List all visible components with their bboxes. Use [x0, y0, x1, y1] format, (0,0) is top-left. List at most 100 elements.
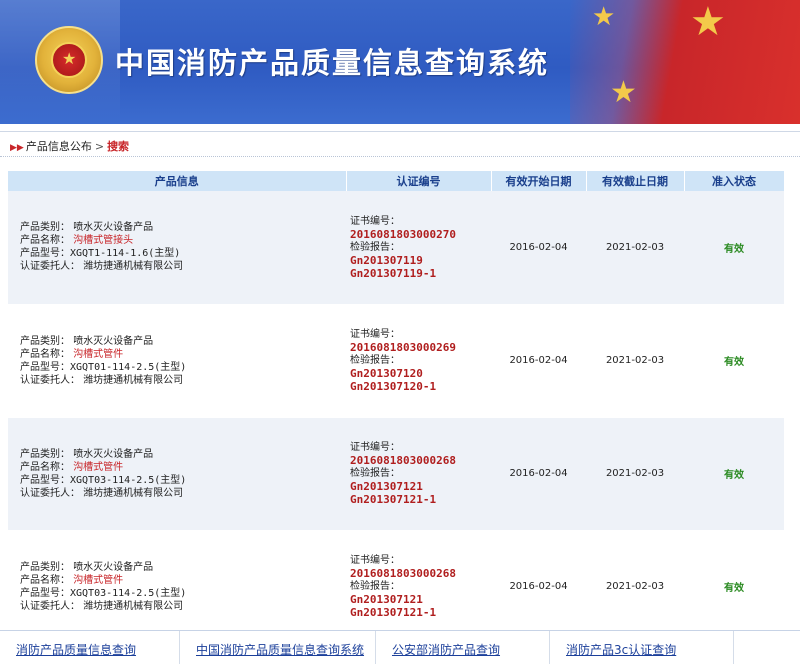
label-category: 产品类别： — [20, 335, 70, 347]
emblem-center: ★ — [51, 42, 87, 78]
product-client: 潍坊捷通机械有限公司 — [83, 261, 184, 273]
start-date: 2016-02-04 — [491, 530, 586, 644]
label-model: 产品型号： — [20, 361, 70, 373]
product-category: 喷水灭火设备产品 — [73, 448, 154, 460]
footer-link-quality-query[interactable]: 消防产品质量信息查询 — [0, 631, 180, 664]
cert-number: 2016081803000268 — [350, 567, 456, 580]
label-client: 认证委托人： — [20, 261, 80, 273]
product-info-cell: 产品类别： 喷水灭火设备产品 产品名称： 沟槽式管件 产品型号：XGQT03-1… — [8, 417, 346, 531]
end-date: 2021-02-03 — [586, 417, 684, 531]
end-date: 2021-02-03 — [586, 530, 684, 644]
product-model: XGQT03-114-2.5(主型) — [70, 587, 187, 599]
start-date: 2016-02-04 — [491, 417, 586, 531]
report-number: Gn201307121-1 — [350, 493, 437, 506]
status-badge: 有效 — [684, 304, 784, 418]
col-header-start-date: 有效开始日期 — [491, 171, 587, 191]
label-client: 认证委托人： — [20, 374, 80, 386]
table-header-row: 产品信息 认证编号 有效开始日期 有效截止日期 准入状态 — [8, 171, 785, 191]
label-client: 认证委托人： — [20, 487, 80, 499]
label-category: 产品类别： — [20, 561, 70, 573]
label-model: 产品型号： — [20, 474, 70, 486]
label-cert-no: 证书编号： — [350, 555, 400, 566]
label-client: 认证委托人： — [20, 600, 80, 612]
product-model: XGQT03-114-2.5(主型) — [70, 474, 187, 486]
table-row: 产品类别： 喷水灭火设备产品 产品名称： 沟槽式管件 产品型号：XGQT01-1… — [8, 304, 784, 418]
product-name: 沟槽式管件 — [73, 574, 124, 586]
double-arrow-icon: ▶▶ — [10, 143, 24, 153]
product-category: 喷水灭火设备产品 — [73, 335, 154, 347]
report-number: Gn201307119 — [350, 253, 423, 267]
footer-link-3c-query[interactable]: 消防产品3c认证查询 — [550, 631, 734, 664]
report-number: Gn201307121-1 — [350, 606, 437, 619]
report-number: Gn201307120-1 — [350, 380, 437, 393]
label-report: 检验报告： — [350, 355, 400, 366]
report-number: Gn201307121 — [350, 480, 423, 493]
report-number: Gn201307119-1 — [350, 266, 437, 280]
cert-cell: 证书编号： 2016081803000268 检验报告： Gn201307121… — [346, 530, 491, 644]
cert-number: 2016081803000268 — [350, 454, 456, 467]
breadcrumb-parent-link[interactable]: 产品信息公布 — [26, 140, 92, 153]
product-model: XGQT1-114-1.6(主型) — [70, 248, 181, 260]
product-client: 潍坊捷通机械有限公司 — [83, 487, 184, 499]
label-category: 产品类别： — [20, 222, 70, 234]
table-row: 产品类别： 喷水灭火设备产品 产品名称： 沟槽式管件 产品型号：XGQT03-1… — [8, 530, 784, 644]
label-name: 产品名称： — [20, 574, 70, 586]
footer-links: 消防产品质量信息查询 中国消防产品质量信息查询系统 公安部消防产品查询 消防产品… — [0, 630, 800, 664]
label-cert-no: 证书编号： — [350, 442, 400, 453]
star-icon: ★ — [592, 2, 616, 32]
product-client: 潍坊捷通机械有限公司 — [83, 374, 184, 386]
cert-number: 2016081803000270 — [350, 227, 456, 241]
header-banner: ★ 中国消防产品质量信息查询系统 ★ ★ ★ — [0, 0, 800, 124]
end-date: 2021-02-03 — [586, 191, 684, 305]
label-model: 产品型号： — [20, 587, 70, 599]
cert-cell: 证书编号： 2016081803000268 检验报告： Gn201307121… — [346, 417, 491, 531]
label-name: 产品名称： — [20, 461, 70, 473]
product-name: 沟槽式管接头 — [73, 235, 134, 247]
table-row: 产品类别： 喷水灭火设备产品 产品名称： 沟槽式管接头 产品型号：XGQT1-1… — [8, 191, 784, 305]
breadcrumb-current: 搜索 — [107, 140, 130, 153]
product-category: 喷水灭火设备产品 — [73, 561, 154, 573]
breadcrumb-separator: > — [94, 140, 105, 153]
start-date: 2016-02-04 — [491, 191, 586, 305]
label-report: 检验报告： — [350, 581, 400, 592]
label-name: 产品名称： — [20, 235, 70, 247]
footer-link-mps-query[interactable]: 公安部消防产品查询 — [376, 631, 550, 664]
report-number: Gn201307121 — [350, 593, 423, 606]
cert-number: 2016081803000269 — [350, 341, 456, 354]
status-badge: 有效 — [684, 417, 784, 531]
product-name: 沟槽式管件 — [73, 461, 124, 473]
status-badge: 有效 — [684, 191, 784, 305]
emblem-star-icon: ★ — [62, 49, 77, 68]
flag-decoration: ★ ★ ★ — [570, 0, 800, 124]
start-date: 2016-02-04 — [491, 304, 586, 418]
label-model: 产品型号： — [20, 248, 70, 260]
footer-link-system[interactable]: 中国消防产品质量信息查询系统 — [180, 631, 376, 664]
product-info-cell: 产品类别： 喷水灭火设备产品 产品名称： 沟槽式管接头 产品型号：XGQT1-1… — [8, 191, 346, 305]
col-header-product-info: 产品信息 — [8, 171, 347, 191]
product-model: XGQT01-114-2.5(主型) — [70, 361, 187, 373]
product-info-cell: 产品类别： 喷水灭火设备产品 产品名称： 沟槽式管件 产品型号：XGQT01-1… — [8, 304, 346, 418]
label-name: 产品名称： — [20, 348, 70, 360]
breadcrumb: ▶▶ 产品信息公布 > 搜索 — [0, 131, 800, 157]
product-info-cell: 产品类别： 喷水灭火设备产品 产品名称： 沟槽式管件 产品型号：XGQT03-1… — [8, 530, 346, 644]
table-row: 产品类别： 喷水灭火设备产品 产品名称： 沟槽式管件 产品型号：XGQT03-1… — [8, 417, 784, 531]
label-report: 检验报告： — [350, 468, 400, 479]
product-client: 潍坊捷通机械有限公司 — [83, 600, 184, 612]
product-category: 喷水灭火设备产品 — [73, 222, 154, 234]
star-icon: ★ — [690, 0, 726, 45]
star-icon: ★ — [610, 75, 637, 110]
label-cert-no: 证书编号： — [350, 215, 400, 227]
cert-cell: 证书编号： 2016081803000269 检验报告： Gn201307120… — [346, 304, 491, 418]
col-header-cert-no: 认证编号 — [346, 171, 492, 191]
results-table: 产品信息 认证编号 有效开始日期 有效截止日期 准入状态 产品类别： 喷水灭火设… — [8, 171, 785, 644]
end-date: 2021-02-03 — [586, 304, 684, 418]
cert-cell: 证书编号： 2016081803000270 检验报告： Gn201307119… — [346, 191, 491, 305]
label-cert-no: 证书编号： — [350, 329, 400, 340]
report-number: Gn201307120 — [350, 367, 423, 380]
label-category: 产品类别： — [20, 448, 70, 460]
label-report: 检验报告： — [350, 241, 400, 253]
col-header-end-date: 有效截止日期 — [586, 171, 685, 191]
status-badge: 有效 — [684, 530, 784, 644]
police-emblem-icon: ★ — [35, 26, 103, 94]
product-name: 沟槽式管件 — [73, 348, 124, 360]
